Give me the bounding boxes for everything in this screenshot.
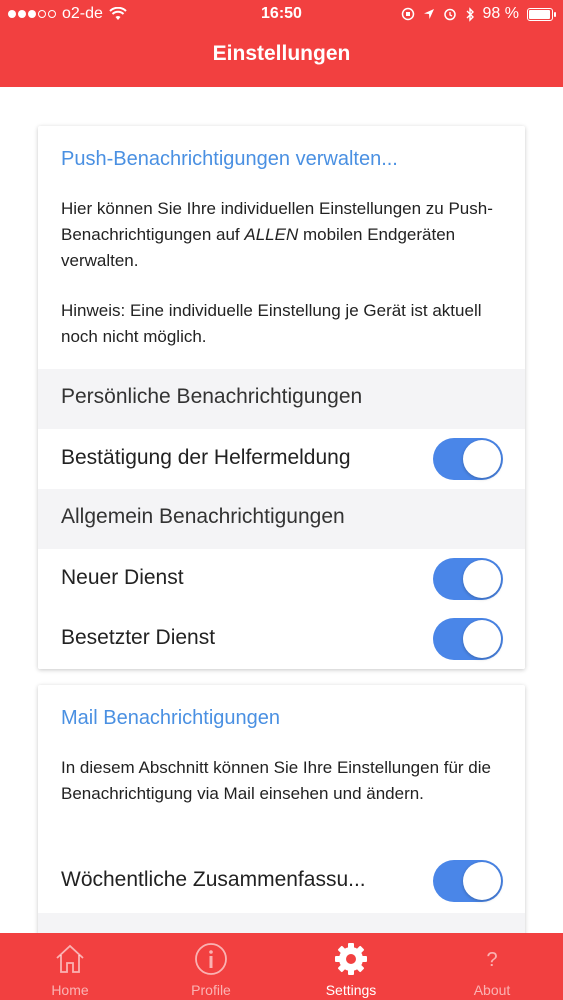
push-notifications-card: Push-Benachrichtigungen verwalten... Hie… xyxy=(38,126,525,669)
toggle-helfermeldung[interactable] xyxy=(433,438,503,480)
question-icon: ? xyxy=(486,949,497,971)
toggle-knob xyxy=(463,440,501,478)
setting-row-neuer-dienst: Neuer Dienst xyxy=(38,549,525,609)
tab-home[interactable]: Home xyxy=(0,933,140,1000)
setting-row-helfermeldung: Bestätigung der Helfermeldung xyxy=(38,429,525,489)
mail-card-description: In diesem Abschnitt können Sie Ihre Eins… xyxy=(61,758,491,803)
section-label-personal: Persönliche Benachrichtigungen xyxy=(61,385,363,408)
setting-label: Neuer Dienst xyxy=(61,566,184,589)
toggle-knob xyxy=(463,560,501,598)
tab-label-settings: Settings xyxy=(325,982,377,998)
alarm-icon xyxy=(443,8,456,21)
svg-text:?: ? xyxy=(486,949,497,971)
battery-percent: 98 % xyxy=(482,5,519,22)
tab-label-profile: Profile xyxy=(191,982,231,998)
mail-notifications-card: Mail Benachrichtigungen In diesem Abschn… xyxy=(38,685,525,933)
toggle-weekly-summary[interactable] xyxy=(433,860,503,902)
tab-about[interactable]: ? About xyxy=(422,933,562,1000)
tab-profile[interactable]: Profile xyxy=(141,933,281,1000)
status-bar: o2-de 16:50 98 % xyxy=(0,0,563,30)
toggle-knob xyxy=(463,620,501,658)
tab-bar: Home Profile Settings ? About xyxy=(0,933,563,1000)
setting-label: Besetzter Dienst xyxy=(61,626,216,649)
setting-row-weekly-summary: Wöchentliche Zusammenfassu... xyxy=(38,851,525,911)
section-header-personal: Persönliche Benachrichtigungen xyxy=(38,369,525,429)
section-label-general: Allgemein Benachrichtigungen xyxy=(61,505,345,528)
info-icon xyxy=(195,943,227,975)
section-header-general: Allgemein Benachrichtigungen xyxy=(38,489,525,549)
emphasis-all: ALLEN xyxy=(244,225,299,244)
page-title: Einstellungen xyxy=(212,42,351,65)
setting-label: Bestätigung der Helfermeldung xyxy=(61,446,351,469)
toggle-neuer-dienst[interactable] xyxy=(433,558,503,600)
gear-icon xyxy=(335,943,367,975)
tab-label-home: Home xyxy=(51,982,89,998)
setting-row-besetzter-dienst: Besetzter Dienst xyxy=(38,609,525,669)
home-icon xyxy=(56,944,84,973)
toggle-knob xyxy=(463,862,501,900)
tab-settings[interactable]: Settings xyxy=(281,933,421,1000)
section-header-partial xyxy=(38,913,525,933)
battery-icon xyxy=(527,7,556,21)
settings-content[interactable]: Push-Benachrichtigungen verwalten... Hie… xyxy=(0,87,563,933)
push-card-description: Hier können Sie Ihre individuellen Einst… xyxy=(61,199,493,270)
push-card-title[interactable]: Push-Benachrichtigungen verwalten... xyxy=(61,148,398,171)
orientation-lock-icon xyxy=(401,7,414,21)
location-icon xyxy=(423,9,434,19)
mail-card-title[interactable]: Mail Benachrichtigungen xyxy=(61,707,280,730)
app-header: o2-de 16:50 98 % Einstellungen xyxy=(0,0,563,87)
tab-label-about: About xyxy=(473,982,511,998)
bluetooth-icon xyxy=(466,6,474,22)
setting-label: Wöchentliche Zusammenfassu... xyxy=(61,868,366,891)
push-card-hint: Hinweis: Eine individuelle Einstellung j… xyxy=(61,301,482,346)
toggle-besetzter-dienst[interactable] xyxy=(433,618,503,660)
